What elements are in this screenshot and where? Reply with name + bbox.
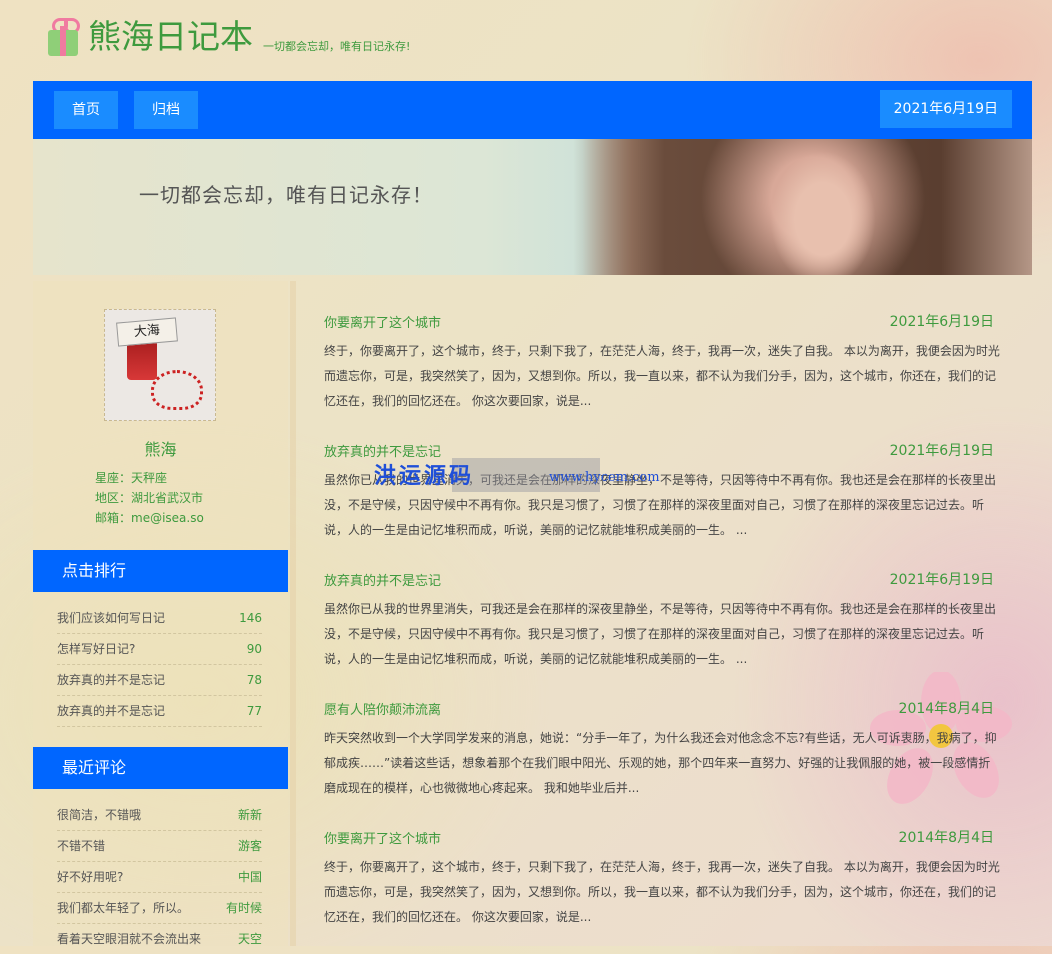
ranking-item[interactable]: 放弃真的并不是忘记 77 — [57, 696, 262, 727]
ranking-item-label[interactable]: 怎样写好日记? — [57, 642, 135, 656]
profile-name: 熊海 — [144, 440, 177, 459]
comment-author: 有时候 — [225, 901, 262, 915]
avatar-card-text: 大海 — [116, 317, 178, 347]
post-excerpt: 终于，你要离开了，这个城市，终于，只剩下我了，在茫茫人海，终于，我再一次，迷失了… — [324, 860, 1000, 924]
profile-email: 邮箱：me@isea.so — [95, 511, 204, 525]
profile-region: 地区：湖北省武汉市 — [95, 491, 204, 505]
nav-archive-button[interactable]: 归档 — [134, 91, 198, 129]
banner: 一切都会忘却，唯有日记永存！ — [33, 139, 1032, 275]
comment-author: 中国 — [237, 870, 262, 884]
comment-text[interactable]: 我们都太年轻了，所以。 — [57, 901, 189, 915]
comment-author: 新新 — [237, 808, 262, 822]
watermark-url: www.hycem.com — [549, 470, 660, 485]
banner-photo — [573, 139, 1032, 275]
site-motto: 一切都会忘却，唯有日记永存! — [263, 40, 411, 53]
comments-heading: 最近评论 — [33, 747, 288, 789]
comment-item[interactable]: 看着天空眼泪就不会流出来 天空 — [57, 924, 262, 946]
post-excerpt: 虽然你已从我的世界里消失，可我还是会在那样的深夜里静坐，不是等待，只因等待中不再… — [324, 602, 997, 666]
post-date: 2021年6月19日 — [889, 314, 994, 330]
comment-text[interactable]: 很简洁，不错哦 — [57, 808, 141, 822]
post-date: 2021年6月19日 — [889, 443, 994, 459]
post-excerpt: 终于，你要离开了，这个城市，终于，只剩下我了，在茫茫人海，终于，我再一次，迷失了… — [324, 344, 1000, 408]
nav-home-button[interactable]: 首页 — [54, 91, 118, 129]
sidebar: 大海 熊海 星座：天秤座 地区：湖北省武汉市 邮箱：me@isea.so 点击排… — [33, 281, 288, 946]
site-logo[interactable]: 熊海日记本 一切都会忘却，唯有日记永存! — [46, 16, 410, 58]
ranking-item-count: 90 — [246, 642, 262, 656]
post-date: 2014年8月4日 — [898, 830, 994, 846]
post-date: 2014年8月4日 — [898, 701, 994, 717]
ranking-item[interactable]: 放弃真的并不是忘记 78 — [57, 665, 262, 696]
current-date: 2021年6月19日 — [879, 90, 1012, 128]
post-date: 2021年6月19日 — [889, 572, 994, 588]
ranking-item[interactable]: 我们应该如何写日记 146 — [57, 603, 262, 634]
post-title[interactable]: 放弃真的并不是忘记 — [324, 570, 441, 589]
ranking-item[interactable]: 怎样写好日记? 90 — [57, 634, 262, 665]
banner-text: 一切都会忘却，唯有日记永存！ — [139, 183, 433, 207]
comment-item[interactable]: 好不好用呢? 中国 — [57, 862, 262, 893]
site-title[interactable]: 熊海日记本 — [88, 16, 253, 58]
ranking-item-label[interactable]: 放弃真的并不是忘记 — [57, 673, 165, 687]
post-title[interactable]: 你要离开了这个城市 — [324, 828, 441, 847]
comment-text[interactable]: 好不好用呢? — [57, 870, 123, 884]
comment-author: 游客 — [237, 839, 262, 853]
comment-item[interactable]: 不错不错 游客 — [57, 831, 262, 862]
comment-item[interactable]: 我们都太年轻了，所以。 有时候 — [57, 893, 262, 924]
comment-item[interactable]: 很简洁，不错哦 新新 — [57, 800, 262, 831]
avatar: 大海 — [104, 309, 216, 421]
profile-constellation: 星座：天秤座 — [95, 471, 168, 485]
post-title[interactable]: 愿有人陪你颠沛流离 — [324, 699, 441, 718]
gift-icon — [46, 18, 80, 58]
main-nav: 首页 归档 2021年6月19日 — [33, 81, 1032, 139]
ranking-item-label[interactable]: 放弃真的并不是忘记 — [57, 704, 165, 718]
post-title[interactable]: 你要离开了这个城市 — [324, 312, 441, 331]
ranking-item-count: 78 — [246, 673, 262, 687]
ranking-item-label[interactable]: 我们应该如何写日记 — [57, 611, 165, 625]
comment-text[interactable]: 不错不错 — [57, 839, 105, 853]
ranking-item-count: 146 — [239, 611, 262, 625]
heart-icon — [151, 370, 203, 410]
comment-author: 天空 — [237, 932, 262, 946]
post-excerpt: 昨天突然收到一个大学同学发来的消息，她说：“分手一年了，为什么我还会对他念念不忘… — [324, 731, 997, 795]
ranking-item-count: 77 — [246, 704, 262, 718]
watermark-text: 洪运源码 — [374, 463, 475, 489]
ranking-heading: 点击排行 — [33, 550, 288, 592]
column-divider — [290, 281, 296, 946]
comment-text[interactable]: 看着天空眼泪就不会流出来 — [57, 932, 201, 946]
